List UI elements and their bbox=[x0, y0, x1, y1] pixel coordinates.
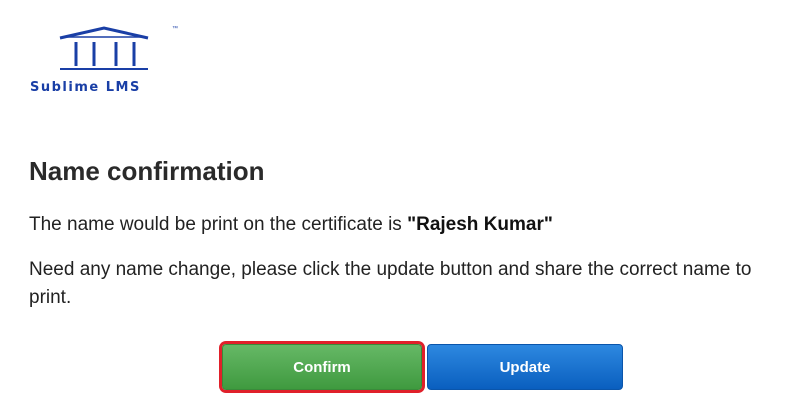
logo-text: Sublime LMS bbox=[30, 80, 141, 95]
brand-logo: ™ Sublime LMS bbox=[30, 26, 190, 96]
page-title: Name confirmation bbox=[29, 156, 265, 186]
name-change-instructions: Need any name change, please click the u… bbox=[29, 259, 752, 308]
certificate-name-text: The name would be print on the certifica… bbox=[29, 214, 553, 236]
building-columns-icon bbox=[59, 26, 149, 70]
certificate-name-prefix: The name would be print on the certifica… bbox=[29, 214, 408, 235]
trademark-mark: ™ bbox=[172, 26, 178, 32]
confirm-button[interactable]: Confirm bbox=[222, 344, 422, 390]
update-button-label: Update bbox=[499, 358, 551, 376]
certificate-name-value: "Rajesh Kumar" bbox=[407, 214, 553, 235]
update-button[interactable]: Update bbox=[427, 344, 623, 390]
confirm-button-label: Confirm bbox=[293, 358, 351, 376]
